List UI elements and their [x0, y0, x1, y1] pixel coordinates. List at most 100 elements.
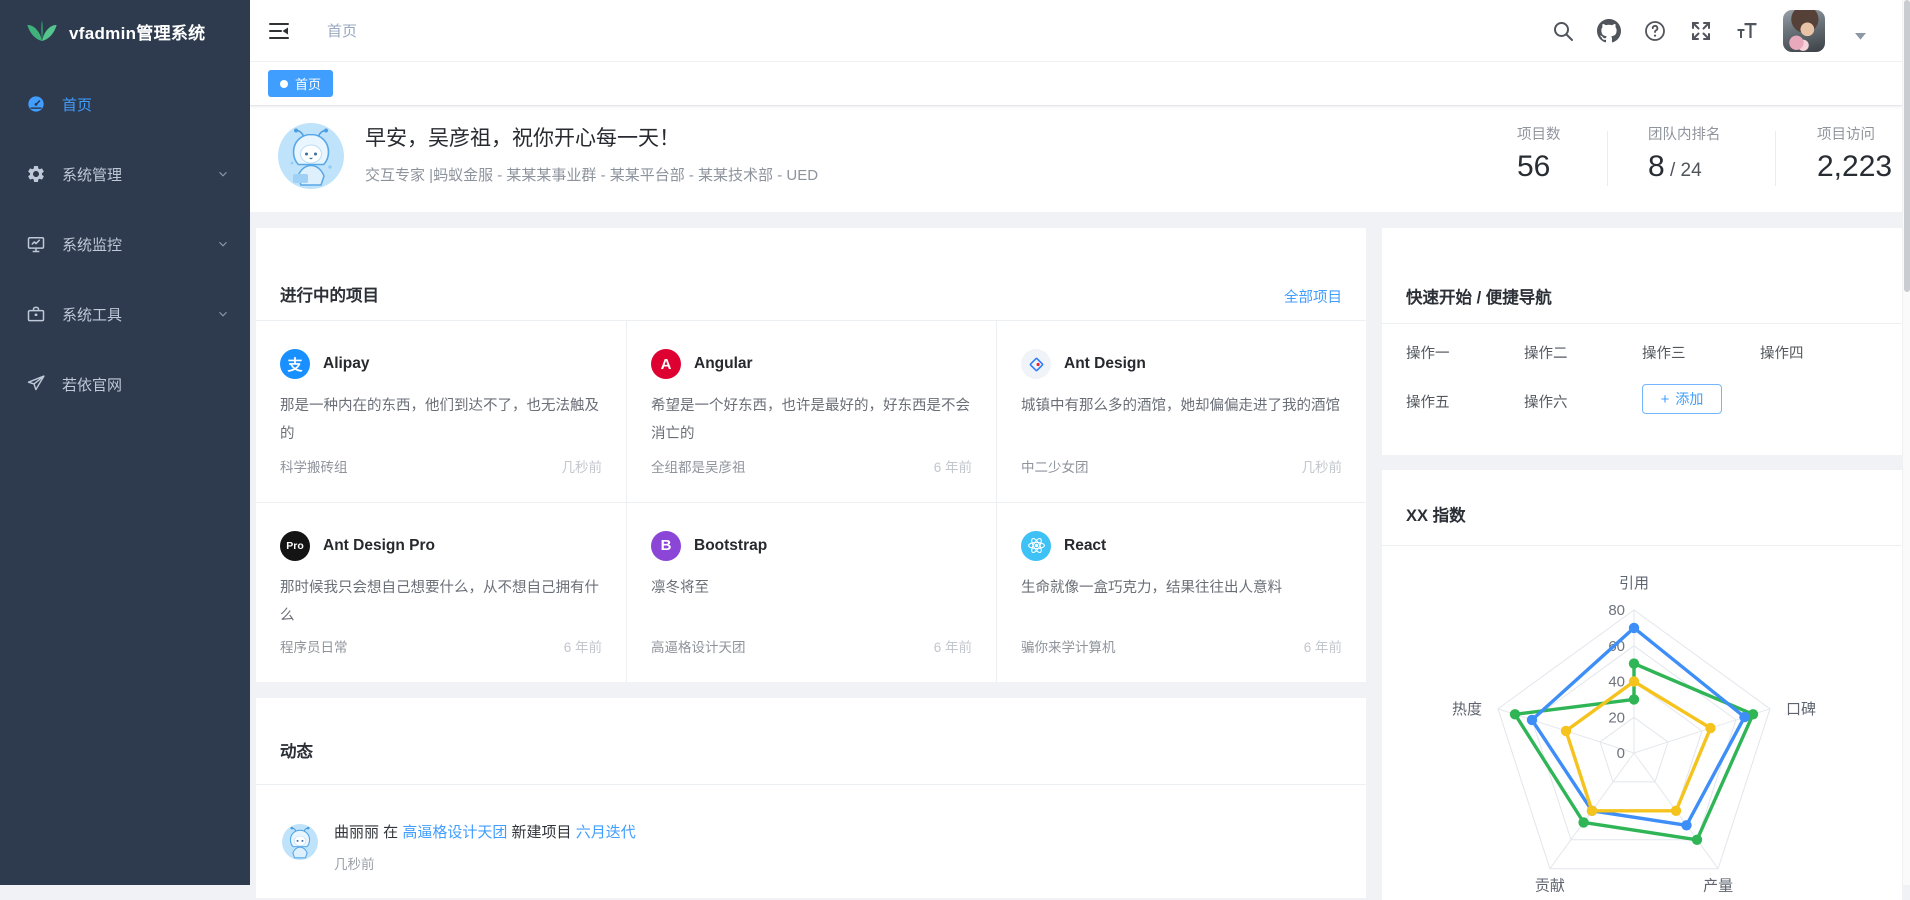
project-card-react[interactable]: React 生命就像一盒巧克力，结果往往出人意料骗你来学计算机 6 年前	[996, 502, 1366, 683]
chevron-down-icon	[216, 237, 230, 251]
github-icon[interactable]	[1597, 19, 1621, 43]
sidebar-item-home[interactable]: 首页	[0, 76, 250, 132]
stat-divider	[1775, 131, 1776, 186]
quick-link-2[interactable]: 操作二	[1524, 342, 1642, 363]
top-navbar: 首页	[250, 0, 1902, 62]
project-card-footer: 高逼格设计天团6 年前	[651, 636, 972, 656]
project-description: 希望是一个好东西，也许是最好的，好东西是不会消亡的	[651, 392, 972, 448]
user-avatar[interactable]	[1783, 10, 1825, 52]
project-name[interactable]: Angular	[694, 355, 753, 373]
stat-value: 56	[1517, 150, 1550, 183]
sidebar-collapse-icon[interactable]	[267, 19, 291, 43]
greeting-title: 早安，吴彦祖，祝你开心每一天！	[365, 122, 680, 152]
project-group[interactable]: 全组都是吴彦祖	[651, 456, 746, 476]
radar-tick-label: 20	[1608, 709, 1625, 726]
add-button[interactable]: +添加	[1642, 384, 1722, 414]
ant-design-logo-icon	[1021, 349, 1051, 379]
projects-panel-title: 进行中的项目	[280, 282, 379, 306]
project-card-angular[interactable]: AAngular 希望是一个好东西，也许是最好的，好东西是不会消亡的全组都是吴彦祖…	[626, 321, 996, 502]
quick-link-5[interactable]: 操作五	[1406, 391, 1524, 412]
activity-link[interactable]: 高逼格设计天团	[402, 824, 507, 841]
project-card-footer: 中二少女团 几秒前	[1021, 456, 1342, 476]
activity-link[interactable]: 六月迭代	[576, 824, 636, 841]
quick-link-4[interactable]: 操作四	[1760, 342, 1878, 363]
project-name[interactable]: Alipay	[323, 355, 370, 373]
project-card-alipay[interactable]: 支Alipay那是一种内在的东西，他们到达不了，也无法触及的科学搬砖组几秒前	[256, 321, 626, 502]
project-group[interactable]: 中二少女团	[1021, 456, 1089, 476]
search-icon[interactable]	[1551, 19, 1575, 43]
stat-label: 项目数	[1517, 123, 1561, 144]
logo-leaf-icon	[26, 19, 58, 43]
chevron-down-icon	[216, 167, 230, 181]
project-name[interactable]: React	[1064, 537, 1106, 555]
quick-links-grid: 操作一操作二操作三操作四操作五操作六+添加	[1406, 342, 1878, 414]
app-logo[interactable]: vfadmin管理系统	[0, 0, 250, 62]
project-name[interactable]: Ant Design	[1064, 355, 1146, 373]
greeting-subtitle: 交互专家 |蚂蚁金服 - 某某某事业群 - 某某平台部 - 某某技术部 - UE…	[365, 164, 818, 185]
caret-down-icon[interactable]	[1855, 27, 1866, 34]
stat-divider	[1607, 131, 1608, 186]
quick-link-1[interactable]: 操作一	[1406, 342, 1524, 363]
divider	[256, 784, 1366, 785]
project-card-footer: 科学搬砖组 几秒前	[280, 456, 602, 476]
radar-axis-label: 贡献	[1535, 878, 1565, 895]
welcome-header: 早安，吴彦祖，祝你开心每一天！ 交互专家 |蚂蚁金服 - 某某某事业群 - 某某…	[250, 106, 1902, 212]
activity-item: 曲丽丽 在 高逼格设计天团 新建项目 六月迭代 几秒前	[282, 822, 636, 873]
project-name[interactable]: Bootstrap	[694, 537, 767, 555]
project-description: 生命就像一盒巧克力，结果往往出人意料	[1021, 574, 1342, 630]
sidebar-item-system-management[interactable]: 系统管理	[0, 146, 250, 202]
fullscreen-icon[interactable]	[1689, 19, 1713, 43]
project-card-head: ProAnt Design Pro	[280, 531, 435, 561]
project-card-head: AAngular	[651, 349, 753, 379]
all-projects-link[interactable]: 全部项目	[1284, 286, 1342, 307]
project-name[interactable]: Ant Design Pro	[323, 537, 435, 555]
stat-value: 2,223	[1817, 150, 1892, 183]
radar-tick-label: 0	[1617, 745, 1625, 762]
activity-text: 曲丽丽	[334, 824, 379, 841]
project-description: 城镇中有那么多的酒馆，她却偏偏走进了我的酒馆	[1021, 392, 1342, 448]
project-updated-time: 几秒前	[1302, 456, 1343, 476]
sidebar-item-system-tools[interactable]: 系统工具	[0, 286, 250, 342]
mascot-avatar	[278, 123, 344, 189]
tag-home[interactable]: 首页	[268, 70, 333, 97]
quick-link-3[interactable]: 操作三	[1642, 342, 1760, 363]
help-icon[interactable]	[1643, 19, 1667, 43]
sidebar-menu: 首页 系统管理 系统监控 系统工具	[0, 76, 250, 412]
radar-axis-label: 产量	[1703, 878, 1733, 895]
stat-project-visits: 项目访问 2,223	[1817, 123, 1892, 184]
sidebar-item-system-monitor[interactable]: 系统监控	[0, 216, 250, 272]
project-updated-time: 6 年前	[1304, 636, 1342, 656]
project-group[interactable]: 科学搬砖组	[280, 456, 348, 476]
project-card-pro[interactable]: ProAnt Design Pro那时候我只会想自己想要什么，从不想自己拥有什么…	[256, 502, 626, 683]
activity-panel: 动态 曲丽丽 在 高逼格设计天团 新建项目 六月迭代 几秒前	[256, 698, 1366, 898]
react-logo-icon	[1021, 531, 1051, 561]
project-card-head: Ant Design	[1021, 349, 1146, 379]
app-title: vfadmin管理系统	[69, 19, 205, 44]
activity-panel-title: 动态	[280, 738, 313, 762]
quick-link-6[interactable]: 操作六	[1524, 391, 1642, 412]
sidebar-item-label: 若依官网	[62, 374, 122, 395]
stat-team-rank: 团队内排名 8 / 24	[1648, 123, 1721, 184]
project-card-bootstrap[interactable]: BBootstrap凛冬将至高逼格设计天团6 年前	[626, 502, 996, 683]
activity-text: 新建项目	[507, 824, 575, 841]
page-scrollbar[interactable]	[1902, 0, 1910, 885]
project-group[interactable]: 骗你来学计算机	[1021, 636, 1116, 656]
font-size-icon[interactable]	[1735, 19, 1759, 43]
project-updated-time: 几秒前	[562, 456, 603, 476]
scrollbar-thumb[interactable]	[1904, 0, 1910, 292]
project-group[interactable]: 高逼格设计天团	[651, 636, 746, 656]
project-group[interactable]: 程序员日常	[280, 636, 348, 656]
monitor-icon	[26, 234, 46, 254]
activity-time: 几秒前	[334, 853, 636, 873]
dashboard-icon	[26, 94, 46, 114]
radar-axis-label: 引用	[1619, 575, 1649, 592]
breadcrumb[interactable]: 首页	[327, 20, 357, 41]
sidebar-item-official-site[interactable]: 若依官网	[0, 356, 250, 412]
project-updated-time: 6 年前	[564, 636, 602, 656]
stat-project-count: 项目数 56	[1517, 123, 1561, 184]
project-card-antd[interactable]: Ant Design 城镇中有那么多的酒馆，她却偏偏走进了我的酒馆中二少女团 几秒前	[996, 321, 1366, 502]
sidebar-item-label: 首页	[62, 94, 92, 115]
project-card-head: BBootstrap	[651, 531, 767, 561]
project-card-footer: 程序员日常 6 年前	[280, 636, 602, 656]
navbar-tools	[1551, 10, 1902, 52]
